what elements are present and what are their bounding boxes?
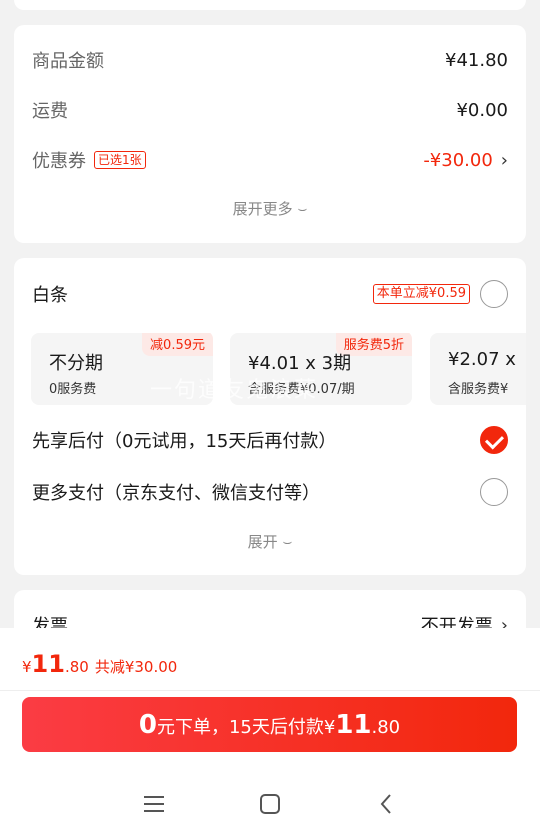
baitiao-row[interactable]: 白条 本单立减¥0.59 — [32, 280, 508, 308]
more-payment-label: 更多支付（京东支付、微信支付等） — [32, 483, 320, 504]
total-amount: ¥ 11 .80 共减¥30.00 — [22, 650, 177, 678]
total-int: 11 — [31, 650, 65, 678]
shipping-label: 运费 — [32, 101, 68, 122]
radio-empty-icon[interactable] — [480, 478, 508, 506]
watermark: 一句道友鬼浪菜 — [150, 378, 319, 403]
price-summary-card: 商品金额 ¥41.80 运费 ¥0.00 优惠券 已选1张 -¥30.00 › … — [14, 25, 526, 243]
divider — [0, 690, 540, 691]
baitiao-promo-tag: 本单立减¥0.59 — [372, 284, 470, 304]
radio-empty-icon[interactable] — [480, 280, 508, 308]
goods-amount-label: 商品金额 — [32, 51, 104, 72]
plan-sub: 含服务费¥ — [448, 382, 509, 397]
plan-6-installments[interactable]: ¥2.07 x 含服务费¥ — [430, 333, 526, 405]
previous-card — [14, 0, 526, 10]
plan-sub: 0服务费 — [49, 382, 97, 397]
plan-title: 不分期 — [49, 353, 103, 374]
back-icon[interactable] — [372, 790, 400, 818]
radio-checked-icon[interactable] — [480, 426, 508, 454]
pay-later-label: 先享后付（0元试用，15天后再付款） — [32, 431, 337, 452]
submit-zero: 0 — [138, 710, 157, 740]
coupon-value: -¥30.00 — [423, 149, 493, 171]
menu-icon[interactable] — [140, 790, 168, 818]
system-nav-bar — [0, 780, 540, 826]
total-dec: .80 — [64, 658, 89, 676]
shipping-row: 运费 ¥0.00 — [32, 97, 508, 123]
shipping-value: ¥0.00 — [456, 99, 508, 121]
pay-later-row[interactable]: 先享后付（0元试用，15天后再付款） — [32, 426, 508, 454]
chevron-right-icon: › — [500, 149, 508, 171]
submit-text: 元下单，15天后付款¥ — [156, 717, 336, 738]
payment-card: 白条 本单立减¥0.59 减0.59元 不分期 0服务费 服务费5折 ¥4.01… — [14, 258, 526, 575]
expand-button[interactable]: 展开 ⌣ — [14, 531, 526, 552]
total-saved: 共减¥30.00 — [94, 658, 178, 676]
goods-amount-row: 商品金额 ¥41.80 — [32, 47, 508, 73]
more-payment-row[interactable]: 更多支付（京东支付、微信支付等） — [32, 478, 508, 506]
plan-title: ¥2.07 x — [448, 349, 516, 370]
home-icon[interactable] — [256, 790, 284, 818]
baitiao-label: 白条 — [32, 285, 68, 306]
expand-more-button[interactable]: 展开更多 ⌣ — [14, 198, 526, 219]
checkout-bar: ¥ 11 .80 共减¥30.00 0 元下单，15天后付款¥ 11 .80 — [0, 628, 540, 837]
submit-dec: .80 — [371, 717, 401, 738]
total-symbol: ¥ — [22, 658, 32, 676]
coupon-row[interactable]: 优惠券 已选1张 -¥30.00 › — [32, 147, 508, 173]
coupon-selected-tag: 已选1张 — [94, 151, 146, 169]
goods-amount-value: ¥41.80 — [445, 49, 508, 71]
submit-order-button[interactable]: 0 元下单，15天后付款¥ 11 .80 — [22, 697, 517, 752]
coupon-label: 优惠券 — [32, 151, 86, 172]
plan-badge: 减0.59元 — [142, 333, 213, 356]
submit-amount: 11 — [335, 710, 372, 740]
